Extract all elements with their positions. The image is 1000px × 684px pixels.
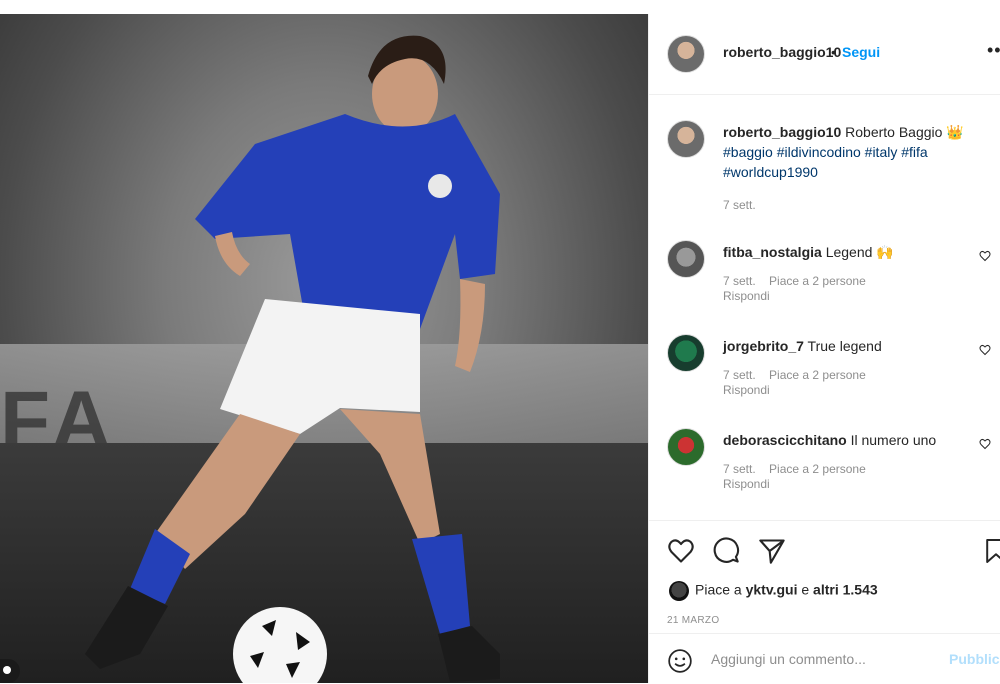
caption-time[interactable]: 7 sett. [723,198,756,212]
more-options-icon[interactable]: ••• [987,40,1000,61]
author-username[interactable]: roberto_baggio10 [723,44,841,60]
likes-middle: e [801,581,810,598]
commenter-avatar[interactable] [667,240,705,278]
comment-like-icon[interactable] [979,250,991,262]
post-header: roberto_baggio10 • Segui ••• [649,14,1000,95]
comment-likes[interactable]: Piace a 2 persone [769,274,866,288]
author-avatar[interactable] [667,35,705,73]
comment-username[interactable]: deborascicchitano [723,432,847,448]
paper-plane-icon[interactable] [758,537,786,565]
post-photo[interactable]: FA [0,14,648,683]
comment-likes[interactable]: Piace a 2 persone [769,462,866,476]
bookmark-icon[interactable] [985,537,1000,565]
comment-icon[interactable] [712,537,740,565]
player-figure [85,35,500,683]
reply-button[interactable]: Rispondi [723,383,993,398]
liker-username[interactable]: yktv.gui [746,582,798,598]
comment-username[interactable]: fitba_nostalgia [723,244,822,260]
separator-dot: • [831,44,836,60]
comment-time[interactable]: 7 sett. [723,462,756,476]
post-date[interactable]: 21 MARZO [667,615,719,626]
comments-list: roberto_baggio10 Roberto Baggio 👑 #baggi… [649,94,1000,520]
follow-button[interactable]: Segui [842,44,880,60]
caption-avatar[interactable] [667,120,705,158]
crown-emoji-icon: 👑 [946,124,964,140]
post-panel: roberto_baggio10 • Segui ••• roberto_bag… [648,14,1000,683]
liker-avatar[interactable] [669,581,689,601]
likes-others[interactable]: altri 1.543 [813,582,878,598]
comment-input[interactable]: Aggiungi un commento... [711,651,866,667]
smiley-icon[interactable] [667,648,693,674]
caption-hashtags[interactable]: #baggio #ildivincodino #italy #fifa #wor… [723,144,928,180]
reply-button[interactable]: Rispondi [723,289,993,304]
comment-text: True legend [807,338,882,354]
raised-hands-emoji-icon: 🙌 [876,244,894,260]
comment-time[interactable]: 7 sett. [723,368,756,382]
reply-button[interactable]: Rispondi [723,477,993,492]
likes-summary: Piace a yktv.gui e altri 1.543 [669,581,878,601]
caption-username[interactable]: roberto_baggio10 [723,124,841,140]
comment-username[interactable]: jorgebrito_7 [723,338,804,354]
comment-text: Legend [825,244,873,260]
comment-likes[interactable]: Piace a 2 persone [769,368,866,382]
add-comment-bar: Aggiungi un commento... Pubblica [649,633,1000,684]
comment-like-icon[interactable] [979,438,991,450]
publish-button[interactable]: Pubblica [949,651,1000,667]
commenter-avatar[interactable] [667,334,705,372]
commenter-avatar[interactable] [667,428,705,466]
comment-text: Il numero uno [850,432,937,448]
comment-like-icon[interactable] [979,344,991,356]
likes-prefix: Piace a [695,581,742,598]
caption-text: Roberto Baggio [845,124,943,140]
comment-time[interactable]: 7 sett. [723,274,756,288]
heart-icon[interactable] [667,537,695,565]
